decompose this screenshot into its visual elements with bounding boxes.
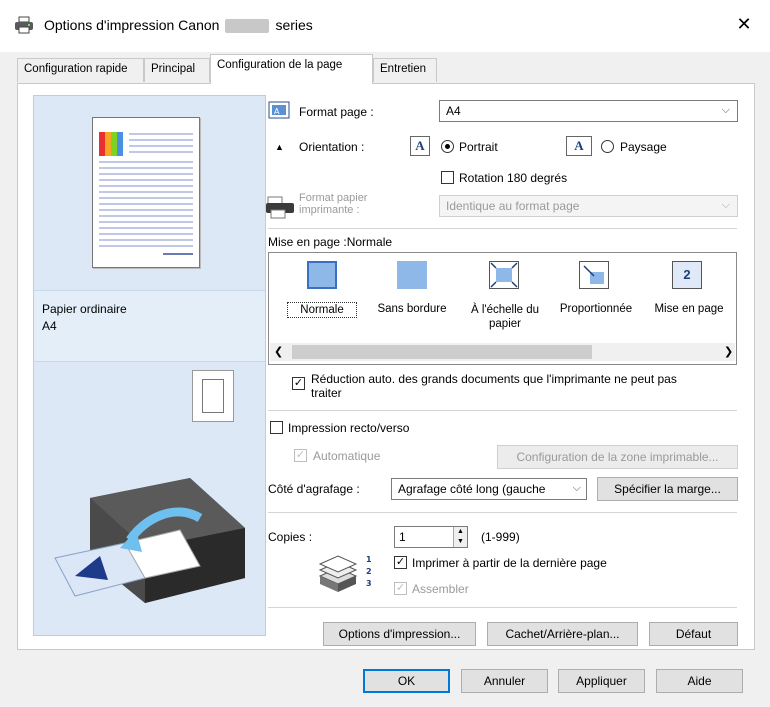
rotate-180-label: Rotation 180 degrés	[459, 171, 568, 185]
duplex-checkbox[interactable]	[270, 421, 283, 434]
borderless-layout-icon[interactable]	[397, 261, 427, 289]
printer-illustration	[54, 478, 245, 603]
scroll-right-icon[interactable]: ❯	[724, 345, 733, 358]
orientation-label: Orientation :	[299, 140, 365, 154]
media-info-box	[34, 290, 265, 362]
reverse-order-label: Imprimer à partir de la dernière page	[412, 556, 607, 570]
tab-label: Configuration rapide	[24, 63, 128, 75]
tab-label: Entretien	[380, 63, 427, 75]
layout-page-layout-label[interactable]: Mise en page	[647, 303, 731, 315]
normal-layout-icon[interactable]	[307, 261, 337, 289]
window-title-prefix: Options d'impression Canon	[44, 17, 220, 33]
collate-checkbox[interactable]: ✓	[394, 582, 407, 595]
page-size-icon: A	[268, 101, 290, 119]
scrollbar-thumb[interactable]	[292, 345, 592, 359]
copies-value[interactable]: 1	[399, 530, 406, 544]
chevron-down-icon: ⌵	[721, 104, 730, 116]
paper-size-text: A4	[42, 319, 57, 333]
chevron-down-icon: ⌵	[721, 199, 730, 211]
specify-margin-button[interactable]: Spécifier la marge...	[597, 477, 738, 501]
separator	[268, 228, 737, 229]
landscape-radio[interactable]	[601, 140, 614, 153]
svg-text:3: 3	[366, 579, 372, 588]
defaults-button[interactable]: Défaut	[649, 622, 738, 646]
apply-button[interactable]: Appliquer	[558, 669, 645, 693]
svg-text:A: A	[274, 107, 280, 116]
page-size-value: A4	[446, 104, 461, 118]
stamp-background-button[interactable]: Cachet/Arrière-plan...	[487, 622, 638, 646]
print-area-setup-button[interactable]: Configuration de la zone imprimable...	[497, 445, 738, 469]
auto-reduce-label-line-1: Réduction auto. des grands documents que…	[311, 372, 677, 386]
copies-label: Copies :	[268, 530, 313, 544]
window-title-suffix: series	[275, 17, 313, 33]
window-title: Options d'impression Canon series	[44, 17, 313, 34]
auto-reduce-checkbox[interactable]: ✓	[292, 377, 305, 390]
fit-to-page-layout-icon[interactable]	[489, 261, 519, 289]
page-layout-icon[interactable]: 2	[672, 261, 702, 289]
scaled-layout-icon[interactable]	[579, 261, 609, 289]
tab-quick-setup[interactable]: Configuration rapide	[17, 58, 144, 82]
printer-icon	[15, 16, 33, 34]
help-button[interactable]: Aide	[656, 669, 743, 693]
stapling-side-value: Agrafage côté long (gauche	[398, 482, 546, 496]
tab-main[interactable]: Principal	[144, 58, 210, 82]
bullet-icon: ▲	[275, 142, 284, 152]
portrait-orientation-icon: A	[410, 136, 430, 156]
stapling-side-label: Côté d'agrafage :	[268, 482, 360, 496]
printer-paper-size-label-line-2: imprimante :	[299, 204, 360, 216]
separator	[268, 512, 737, 513]
spin-arrows-icon[interactable]: ▲ ▼	[453, 527, 467, 547]
copies-stack-icon: 1 2 3	[318, 555, 372, 592]
automatic-label: Automatique	[313, 449, 381, 463]
preview-page	[92, 117, 200, 268]
stapling-side-select[interactable]: Agrafage côté long (gauche ⌵	[391, 478, 587, 500]
layout-borderless-label[interactable]: Sans bordure	[367, 303, 457, 315]
printer-paper-size-label: Format papier imprimante :	[299, 192, 367, 216]
copies-spinbox[interactable]: 1 ▲ ▼	[394, 526, 468, 548]
ok-button[interactable]: OK	[363, 669, 450, 693]
scroll-left-icon[interactable]: ❮	[274, 345, 283, 358]
portrait-radio[interactable]	[441, 140, 454, 153]
svg-text:1: 1	[366, 555, 372, 564]
auto-reduce-label: Réduction auto. des grands documents que…	[311, 372, 677, 400]
auto-reduce-label-line-2: traiter	[311, 386, 342, 400]
cancel-button[interactable]: Annuler	[461, 669, 548, 693]
separator	[268, 410, 737, 411]
landscape-label: Paysage	[620, 140, 667, 154]
page-content-illustration	[99, 132, 193, 255]
automatic-checkbox[interactable]: ✓	[294, 449, 307, 462]
printer-paper-size-select[interactable]: Identique au format page ⌵	[439, 195, 738, 217]
page-size-label: Format page :	[299, 105, 374, 119]
media-type-text: Papier ordinaire	[42, 302, 127, 316]
portrait-label: Portrait	[459, 140, 498, 154]
collate-label: Assembler	[412, 582, 469, 596]
duplex-label: Impression recto/verso	[288, 421, 410, 435]
printer-paper-size-icon	[266, 196, 294, 219]
tab-label: Principal	[151, 63, 196, 75]
copies-range: (1-999)	[481, 530, 520, 544]
reverse-order-checkbox[interactable]: ✓	[394, 556, 407, 569]
tab-page-setup[interactable]: Configuration de la page	[210, 54, 373, 84]
separator	[268, 607, 737, 608]
chevron-down-icon: ⌵	[572, 482, 581, 494]
close-button[interactable]: ✕	[732, 12, 756, 36]
page-size-select[interactable]: A4 ⌵	[439, 100, 738, 122]
layout-normal-label[interactable]: Normale	[287, 302, 357, 318]
page-layout-title: Mise en page :Normale	[268, 235, 393, 249]
printer-paper-size-label-line-1: Format papier	[299, 192, 368, 204]
layout-fit-to-page-label[interactable]: À l'échelle du papier	[461, 303, 549, 331]
tab-maintenance[interactable]: Entretien	[373, 58, 437, 82]
printer-paper-size-value: Identique au format page	[446, 199, 580, 213]
svg-text:2: 2	[366, 567, 372, 576]
print-options-button[interactable]: Options d'impression...	[323, 622, 476, 646]
landscape-orientation-icon: A	[566, 136, 592, 156]
rotate-180-checkbox[interactable]	[441, 171, 454, 184]
redacted-model-name	[225, 19, 270, 34]
layout-scaled-label[interactable]: Proportionnée	[551, 303, 641, 315]
tab-label: Configuration de la page	[217, 59, 343, 71]
paper-orientation-preview	[192, 370, 234, 422]
